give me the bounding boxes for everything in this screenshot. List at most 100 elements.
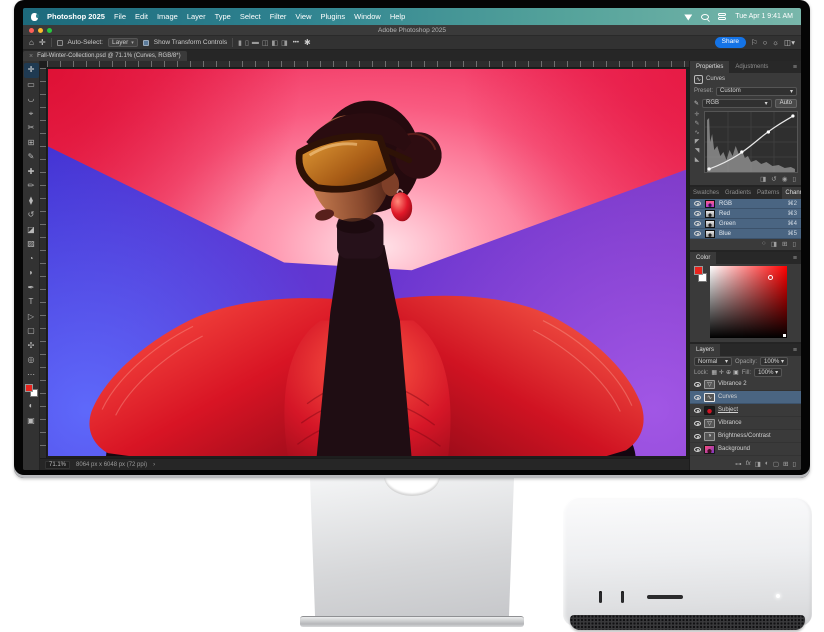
history-brush-tool-icon[interactable]: ↺ (24, 208, 39, 223)
color-swatches[interactable] (25, 384, 38, 397)
foreground-color-swatch[interactable] (25, 384, 33, 392)
menu-edit[interactable]: Edit (135, 12, 148, 21)
show-transform-checkbox[interactable] (143, 40, 149, 46)
share-button[interactable]: Share (715, 37, 746, 47)
search-icon[interactable] (701, 14, 709, 20)
move-tool-icon[interactable]: ✛ (24, 63, 39, 78)
visibility-eye-icon[interactable] (694, 434, 701, 439)
menu-help[interactable]: Help (390, 12, 405, 21)
channels-footer-icons[interactable]: ○ ◨ ⊞ ▯ (690, 239, 801, 250)
menu-view[interactable]: View (295, 12, 311, 21)
document-tab[interactable]: × Fall-Winter-Collection.psd @ 71.1% (Cu… (23, 51, 187, 61)
apple-menu-icon[interactable] (31, 13, 38, 21)
canvas-image[interactable] (48, 69, 686, 456)
path-selection-tool-icon[interactable]: ▷ (24, 310, 39, 325)
discover-lightbulb-icon[interactable]: ☼ (772, 38, 779, 47)
crop-tool-icon[interactable]: ✂ (24, 121, 39, 136)
channel-row-green[interactable]: Green⌘4 (690, 219, 801, 229)
align-buttons[interactable]: ▮ ▯ ▬ ◫ ◧ ◨ (238, 39, 288, 47)
dodge-tool-icon[interactable]: ◗ (24, 266, 39, 281)
tab-patterns[interactable]: Patterns (754, 187, 782, 199)
status-chevron-icon[interactable]: › (153, 462, 155, 468)
auto-select-target-dropdown[interactable]: Layer▾ (108, 38, 138, 47)
blend-mode-dropdown[interactable]: Normal▾ (694, 357, 732, 366)
marquee-tool-icon[interactable]: ▭ (24, 78, 39, 93)
healing-tool-icon[interactable]: ✚ (24, 165, 39, 180)
menu-layer[interactable]: Layer (187, 12, 206, 21)
color-picker-ring[interactable] (768, 275, 773, 280)
channel-row-red[interactable]: Red⌘3 (690, 209, 801, 219)
hue-slider[interactable] (790, 266, 797, 338)
menubar-clock[interactable]: Tue Apr 1 9:41 AM (735, 13, 793, 20)
layer-row-curves[interactable]: ∿ Curves (690, 391, 801, 404)
gradient-tool-icon[interactable]: ▨ (24, 237, 39, 252)
visibility-eye-icon[interactable] (694, 221, 701, 226)
menu-image[interactable]: Image (157, 12, 178, 21)
zoom-tool-icon[interactable]: ◎ (24, 353, 39, 368)
foreground-color-swatch[interactable] (694, 266, 703, 275)
layer-row-vibrance-2[interactable]: ▽ Vibrance 2 (690, 378, 801, 391)
layer-row-background[interactable]: Background (690, 443, 801, 456)
panel-menu-icon[interactable]: ≡ (793, 347, 801, 354)
channel-row-blue[interactable]: Blue⌘5 (690, 229, 801, 239)
layer-row-subject[interactable]: Subject (690, 404, 801, 417)
auto-button[interactable]: Auto (775, 99, 797, 108)
edit-toolbar-icon[interactable]: ⋯ (24, 368, 39, 383)
properties-footer-icons[interactable]: ◨ ↺ ◉ ▯ (690, 174, 801, 185)
menu-file[interactable]: File (114, 12, 126, 21)
visibility-eye-icon[interactable] (694, 211, 701, 216)
layers-footer-icons[interactable]: ⊶ fx ◨ ◐ ▢ ⊞ ▯ (690, 458, 801, 470)
blur-tool-icon[interactable]: ◔ (24, 252, 39, 267)
menu-plugins[interactable]: Plugins (321, 12, 346, 21)
color-panel-swatches[interactable] (694, 266, 707, 282)
frame-tool-icon[interactable]: ⊞ (24, 136, 39, 151)
workspace-switcher-icon[interactable]: ◫▾ (784, 38, 795, 47)
tab-adjustments[interactable]: Adjustments (729, 61, 774, 73)
pen-tool-icon[interactable]: ✒ (24, 281, 39, 296)
hand-tool-icon[interactable]: ✣ (24, 339, 39, 354)
eraser-tool-icon[interactable]: ◪ (24, 223, 39, 238)
search-help-icon[interactable]: ○ (763, 38, 768, 47)
usb-c-port-1[interactable] (599, 591, 602, 603)
visibility-eye-icon[interactable] (694, 447, 701, 452)
tab-properties[interactable]: Properties (690, 61, 729, 73)
preset-dropdown[interactable]: Custom▾ (716, 87, 797, 96)
saturation-brightness-field[interactable] (710, 266, 787, 338)
clone-stamp-tool-icon[interactable]: ⧫ (24, 194, 39, 209)
more-options-icon[interactable]: ••• (293, 40, 299, 46)
screen-mode-icon[interactable]: ▣ (24, 414, 39, 429)
visibility-eye-icon[interactable] (694, 382, 701, 387)
quick-mask-icon[interactable]: ◐ (24, 399, 39, 414)
visibility-eye-icon[interactable] (694, 421, 701, 426)
control-center-icon[interactable] (718, 13, 726, 21)
layer-row-brightness-contrast[interactable]: ◑ Brightness/Contrast (690, 430, 801, 443)
opacity-dropdown[interactable]: 100%▾ (760, 357, 788, 366)
shape-tool-icon[interactable]: ▢ (24, 324, 39, 339)
layer-row-vibrance[interactable]: ▽ Vibrance (690, 417, 801, 430)
close-tab-icon[interactable]: × (29, 53, 33, 60)
move-tool-preset-icon[interactable]: ✛ (39, 39, 46, 47)
visibility-eye-icon[interactable] (694, 408, 701, 413)
panel-menu-icon[interactable]: ≡ (793, 64, 801, 71)
visibility-eye-icon[interactable] (694, 231, 701, 236)
channel-dropdown[interactable]: RGB▾ (702, 99, 772, 108)
object-selection-tool-icon[interactable]: ⌖ (24, 107, 39, 122)
menu-type[interactable]: Type (215, 12, 231, 21)
menu-select[interactable]: Select (240, 12, 261, 21)
lock-buttons[interactable]: ▦ ✛ ⊕ ▣ (711, 369, 738, 376)
channel-row-rgb[interactable]: RGB⌘2 (690, 199, 801, 209)
fill-dropdown[interactable]: 100%▾ (754, 368, 782, 377)
sd-card-slot[interactable] (647, 595, 683, 599)
eyedropper-tool-icon[interactable]: ✎ (24, 150, 39, 165)
tab-color[interactable]: Color (690, 252, 716, 264)
tab-gradients[interactable]: Gradients (722, 187, 754, 199)
panel-menu-icon[interactable]: ≡ (793, 255, 801, 262)
curves-side-tools[interactable]: ✛ ✎ ∿ ◤ ◥ ◣ (692, 111, 702, 173)
tab-layers[interactable]: Layers (690, 344, 720, 356)
type-tool-icon[interactable]: T (24, 295, 39, 310)
brush-tool-icon[interactable]: ✏ (24, 179, 39, 194)
wifi-icon[interactable] (684, 13, 692, 21)
notifications-bell-icon[interactable]: ⚐ (751, 38, 758, 47)
menu-window[interactable]: Window (354, 12, 381, 21)
curves-chart[interactable] (704, 111, 798, 173)
